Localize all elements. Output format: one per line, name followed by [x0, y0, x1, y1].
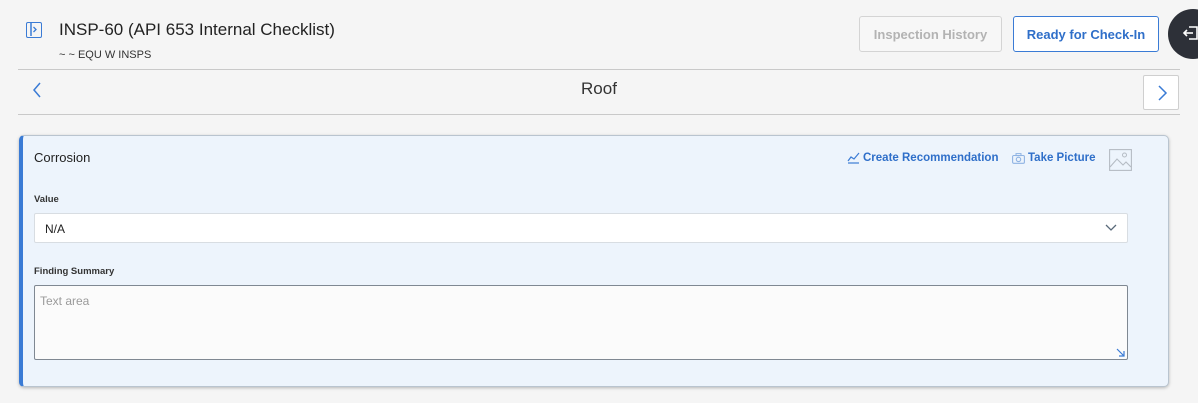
ready-for-checkin-button[interactable]: Ready for Check-In: [1013, 16, 1159, 52]
finding-summary-placeholder: Text area: [40, 294, 90, 308]
create-recommendation-button[interactable]: Create Recommendation: [847, 152, 998, 164]
value-label: Value: [34, 194, 59, 205]
value-select[interactable]: N/A: [34, 213, 1128, 243]
take-picture-label: Take Picture: [1028, 152, 1096, 164]
exit-button[interactable]: [1168, 9, 1198, 59]
value-selected: N/A: [45, 222, 66, 236]
finding-summary-label: Finding Summary: [34, 266, 115, 277]
panel-toggle-icon[interactable]: [26, 22, 42, 38]
page-subtitle: ~ ~ EQU W INSPS: [59, 49, 152, 61]
recommendation-icon: [847, 152, 860, 164]
section-title: Roof: [581, 79, 617, 98]
page: INSP-60 (API 653 Internal Checklist) ~ ~…: [0, 0, 1198, 403]
chevron-down-icon: [1105, 224, 1117, 231]
inspection-history-button[interactable]: Inspection History: [859, 16, 1002, 52]
take-picture-button[interactable]: Take Picture: [1012, 152, 1096, 164]
header: INSP-60 (API 653 Internal Checklist) ~ ~…: [0, 0, 1198, 70]
chevron-right-icon: [1158, 85, 1168, 101]
page-title: INSP-60 (API 653 Internal Checklist): [59, 20, 335, 39]
camera-icon: [1012, 152, 1025, 164]
image-icon[interactable]: [1109, 149, 1132, 171]
create-recommendation-label: Create Recommendation: [863, 152, 999, 164]
resize-handle-icon[interactable]: [1116, 348, 1125, 357]
checklist-item-card: Corrosion Create Recommendation Take Pic…: [19, 135, 1169, 387]
finding-summary-textarea[interactable]: Text area: [34, 285, 1128, 360]
section-divider: [18, 114, 1180, 115]
next-section-button[interactable]: [1143, 75, 1179, 110]
card-title: Corrosion: [34, 150, 91, 165]
exit-icon: [1182, 26, 1198, 40]
header-divider: [18, 69, 1180, 70]
